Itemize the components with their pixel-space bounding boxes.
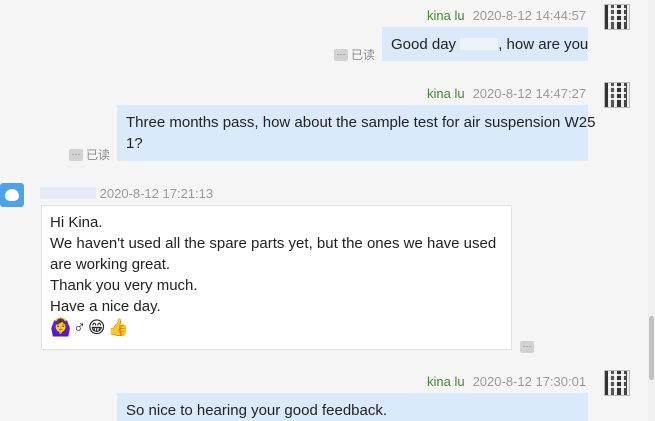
- read-receipt: ··· 已读: [334, 46, 375, 63]
- more-icon[interactable]: ···: [520, 340, 534, 353]
- message-line: Hi Kina.: [50, 214, 103, 231]
- sender-name: kina lu: [427, 374, 465, 389]
- message-bubble[interactable]: Hi Kina. We haven't used all the spare p…: [41, 205, 512, 350]
- message-line: 1?: [126, 135, 143, 152]
- message-more[interactable]: ···: [520, 336, 537, 354]
- message-line: Have a nice day.: [50, 298, 161, 315]
- sender-name: kina lu: [427, 8, 465, 23]
- message-bubble[interactable]: So nice to hearing your good feedback.: [117, 393, 588, 421]
- sender-avatar[interactable]: [604, 370, 630, 396]
- message-meta: kina lu 2020-8-12 17:30:01: [427, 374, 586, 389]
- redacted-sender: [40, 187, 96, 199]
- message-bubble[interactable]: Three months pass, how about the sample …: [117, 105, 596, 161]
- message-meta: kina lu 2020-8-12 14:44:57: [427, 8, 586, 23]
- scrollbar-thumb[interactable]: [649, 316, 654, 380]
- read-receipt: ··· 已读: [69, 146, 110, 163]
- scrollbar[interactable]: [648, 0, 655, 421]
- sender-name: kina lu: [427, 86, 465, 101]
- message-time: 2020-8-12 14:47:27: [472, 86, 587, 101]
- message-meta: 2020-8-12 17:21:13: [40, 186, 213, 201]
- message-line: So nice to hearing your good feedback.: [126, 402, 388, 419]
- message-line: Three months pass, how about the sample …: [126, 114, 596, 131]
- sender-avatar[interactable]: [604, 82, 630, 108]
- message-time: 2020-8-12 17:30:01: [472, 374, 587, 389]
- more-icon[interactable]: ···: [69, 148, 83, 161]
- message-line: We haven't used all the spare parts yet,…: [50, 235, 497, 252]
- chat-history: kina lu 2020-8-12 14:44:57 Good day , how…: [0, 0, 648, 421]
- message-time: 2020-8-12 17:21:13: [99, 186, 214, 201]
- sender-avatar[interactable]: [604, 4, 630, 30]
- redacted-name: [460, 38, 499, 50]
- message-time: 2020-8-12 14:44:57: [472, 8, 587, 23]
- emoji-row: 🙆‍♀️♂😁👍: [50, 318, 131, 337]
- contact-avatar[interactable]: [0, 183, 24, 207]
- message-bubble[interactable]: Good day , how are you: [382, 27, 588, 61]
- message-meta: kina lu 2020-8-12 14:47:27: [427, 86, 586, 101]
- message-line: Thank you very much.: [50, 277, 198, 294]
- message-text: Good day , how are you: [391, 36, 589, 53]
- message-line: are working great.: [50, 256, 171, 273]
- more-icon[interactable]: ···: [334, 48, 348, 61]
- cloud-icon: [5, 189, 19, 201]
